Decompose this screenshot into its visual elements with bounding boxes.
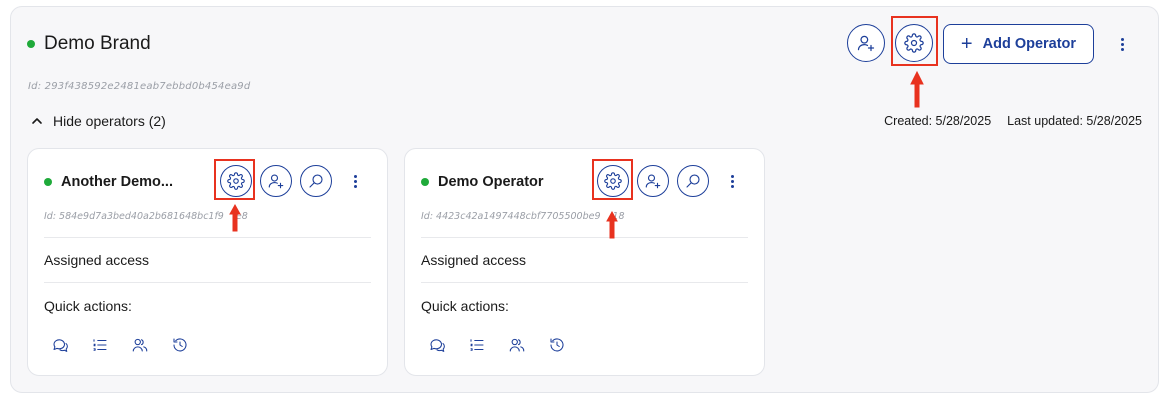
chevron-up-icon: [32, 118, 42, 124]
hide-operators-toggle[interactable]: Hide operators (2): [31, 113, 166, 129]
user-plus-icon: [857, 35, 875, 52]
operator-id: Id: 4423c42a1497448cbf7705500be9 18: [421, 211, 625, 222]
gear-icon: [604, 172, 622, 190]
brand-card: Demo Brand Id: 293f438592e2481eab7ebbd0b…: [10, 6, 1159, 393]
operator-settings-button[interactable]: [220, 165, 252, 197]
add-operator-button[interactable]: + Add Operator: [943, 24, 1094, 64]
user-plus-icon: [268, 174, 284, 189]
history-icon[interactable]: [547, 335, 567, 355]
operator-search-button[interactable]: [677, 165, 709, 197]
users-icon[interactable]: [130, 335, 150, 355]
quick-actions-label: Quick actions:: [44, 298, 132, 314]
status-dot: [44, 178, 52, 186]
brand-dates: Created: 5/28/2025 Last updated: 5/28/20…: [884, 114, 1142, 128]
status-dot: [27, 40, 35, 48]
operator-more-menu[interactable]: [725, 171, 739, 191]
operator-settings-button[interactable]: [597, 165, 629, 197]
brand-header: Demo Brand: [27, 33, 151, 55]
operator-title: Another Demo...: [61, 174, 173, 190]
assigned-access-label: Assigned access: [421, 252, 527, 268]
add-operator-label: Add Operator: [982, 36, 1077, 52]
user-plus-icon: [645, 174, 661, 189]
quick-actions-label: Quick actions:: [421, 298, 509, 314]
divider: [44, 237, 371, 238]
hide-operators-label: Hide operators (2): [53, 113, 166, 129]
operator-assign-user-button[interactable]: [637, 165, 669, 197]
search-icon: [686, 174, 700, 188]
operator-header: Another Demo...: [44, 174, 173, 190]
quick-actions: [427, 335, 567, 355]
history-icon[interactable]: [170, 335, 190, 355]
gear-icon: [227, 172, 245, 190]
assign-user-button[interactable]: [847, 24, 885, 62]
status-dot: [421, 178, 429, 186]
quick-actions: [50, 335, 190, 355]
users-icon[interactable]: [507, 335, 527, 355]
last-updated-date: Last updated: 5/28/2025: [1007, 114, 1142, 128]
gear-icon: [904, 33, 924, 53]
brand-more-menu[interactable]: [1115, 34, 1129, 54]
created-date: Created: 5/28/2025: [884, 114, 992, 128]
operator-card: Another Demo... Id: 584e9d7a3bed40a2b681…: [27, 148, 388, 376]
chat-icon[interactable]: [427, 335, 447, 355]
list-icon[interactable]: [90, 335, 110, 355]
operator-title: Demo Operator: [438, 174, 544, 190]
operator-id: Id: 584e9d7a3bed40a2b681648bc1f9 e8: [44, 211, 248, 222]
assigned-access-label: Assigned access: [44, 252, 150, 268]
list-icon[interactable]: [467, 335, 487, 355]
operator-assign-user-button[interactable]: [260, 165, 292, 197]
plus-icon: +: [960, 33, 973, 55]
divider: [44, 282, 371, 283]
settings-button[interactable]: [895, 24, 933, 62]
search-icon: [309, 174, 323, 188]
operator-card: Demo Operator Id: 4423c42a1497448cbf7705…: [404, 148, 765, 376]
brand-title: Demo Brand: [44, 33, 151, 54]
chat-icon[interactable]: [50, 335, 70, 355]
operator-search-button[interactable]: [300, 165, 332, 197]
brand-id: Id: 293f438592e2481eab7ebbd0b454ea9d: [28, 81, 251, 92]
divider: [421, 237, 748, 238]
divider: [421, 282, 748, 283]
operator-header: Demo Operator: [421, 174, 544, 190]
operator-more-menu[interactable]: [348, 171, 362, 191]
